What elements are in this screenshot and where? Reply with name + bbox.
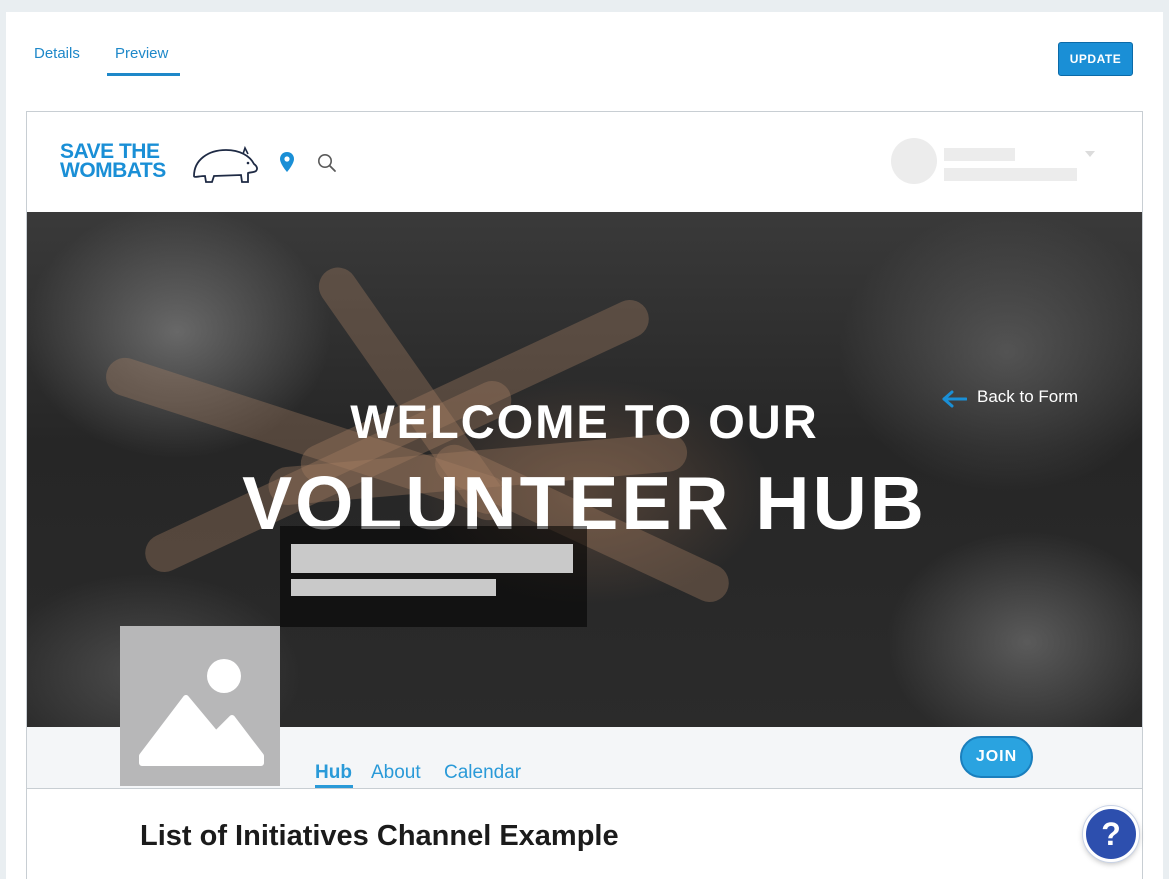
- tab-preview[interactable]: Preview: [115, 45, 168, 62]
- logo-line-2: WOMBATS: [60, 159, 166, 182]
- hub-nav-active-indicator: [315, 785, 353, 788]
- hub-image-placeholder: [120, 626, 280, 786]
- search-icon[interactable]: [317, 153, 337, 173]
- wombat-icon: [193, 145, 258, 183]
- editor-panel: Details Preview UPDATE SAVE THE WOMBATS: [6, 12, 1163, 879]
- preview-frame: SAVE THE WOMBATS WELCOME TO OUR VOLUNTEE…: [26, 111, 1143, 879]
- hub-title-placeholder: [291, 544, 573, 573]
- hub-nav-calendar[interactable]: Calendar: [444, 762, 521, 784]
- hub-subtitle-placeholder: [291, 579, 496, 596]
- hub-nav-hub[interactable]: Hub: [315, 762, 352, 784]
- hub-nav-about[interactable]: About: [371, 762, 421, 784]
- hero-title-line-1: WELCOME TO OUR: [350, 395, 819, 448]
- tab-details[interactable]: Details: [34, 45, 80, 62]
- hub-title-backdrop: [280, 526, 587, 627]
- user-name-placeholder: [944, 148, 1015, 161]
- back-to-form-label: Back to Form: [977, 387, 1079, 406]
- help-button[interactable]: ?: [1083, 806, 1139, 862]
- map-pin-icon[interactable]: [280, 152, 294, 172]
- chevron-down-icon: [1085, 151, 1095, 157]
- user-detail-placeholder: [944, 168, 1077, 181]
- site-logo[interactable]: SAVE THE WOMBATS: [60, 141, 262, 186]
- arrow-left-icon: [942, 390, 967, 408]
- logo-text: SAVE THE WOMBATS: [60, 141, 166, 182]
- join-button[interactable]: JOIN: [960, 736, 1033, 778]
- avatar: [891, 138, 937, 184]
- channel-title: List of Initiatives Channel Example: [140, 820, 619, 852]
- active-tab-indicator: [107, 73, 180, 76]
- site-header: SAVE THE WOMBATS: [27, 112, 1142, 212]
- update-button[interactable]: UPDATE: [1058, 42, 1133, 76]
- image-icon: [139, 659, 264, 766]
